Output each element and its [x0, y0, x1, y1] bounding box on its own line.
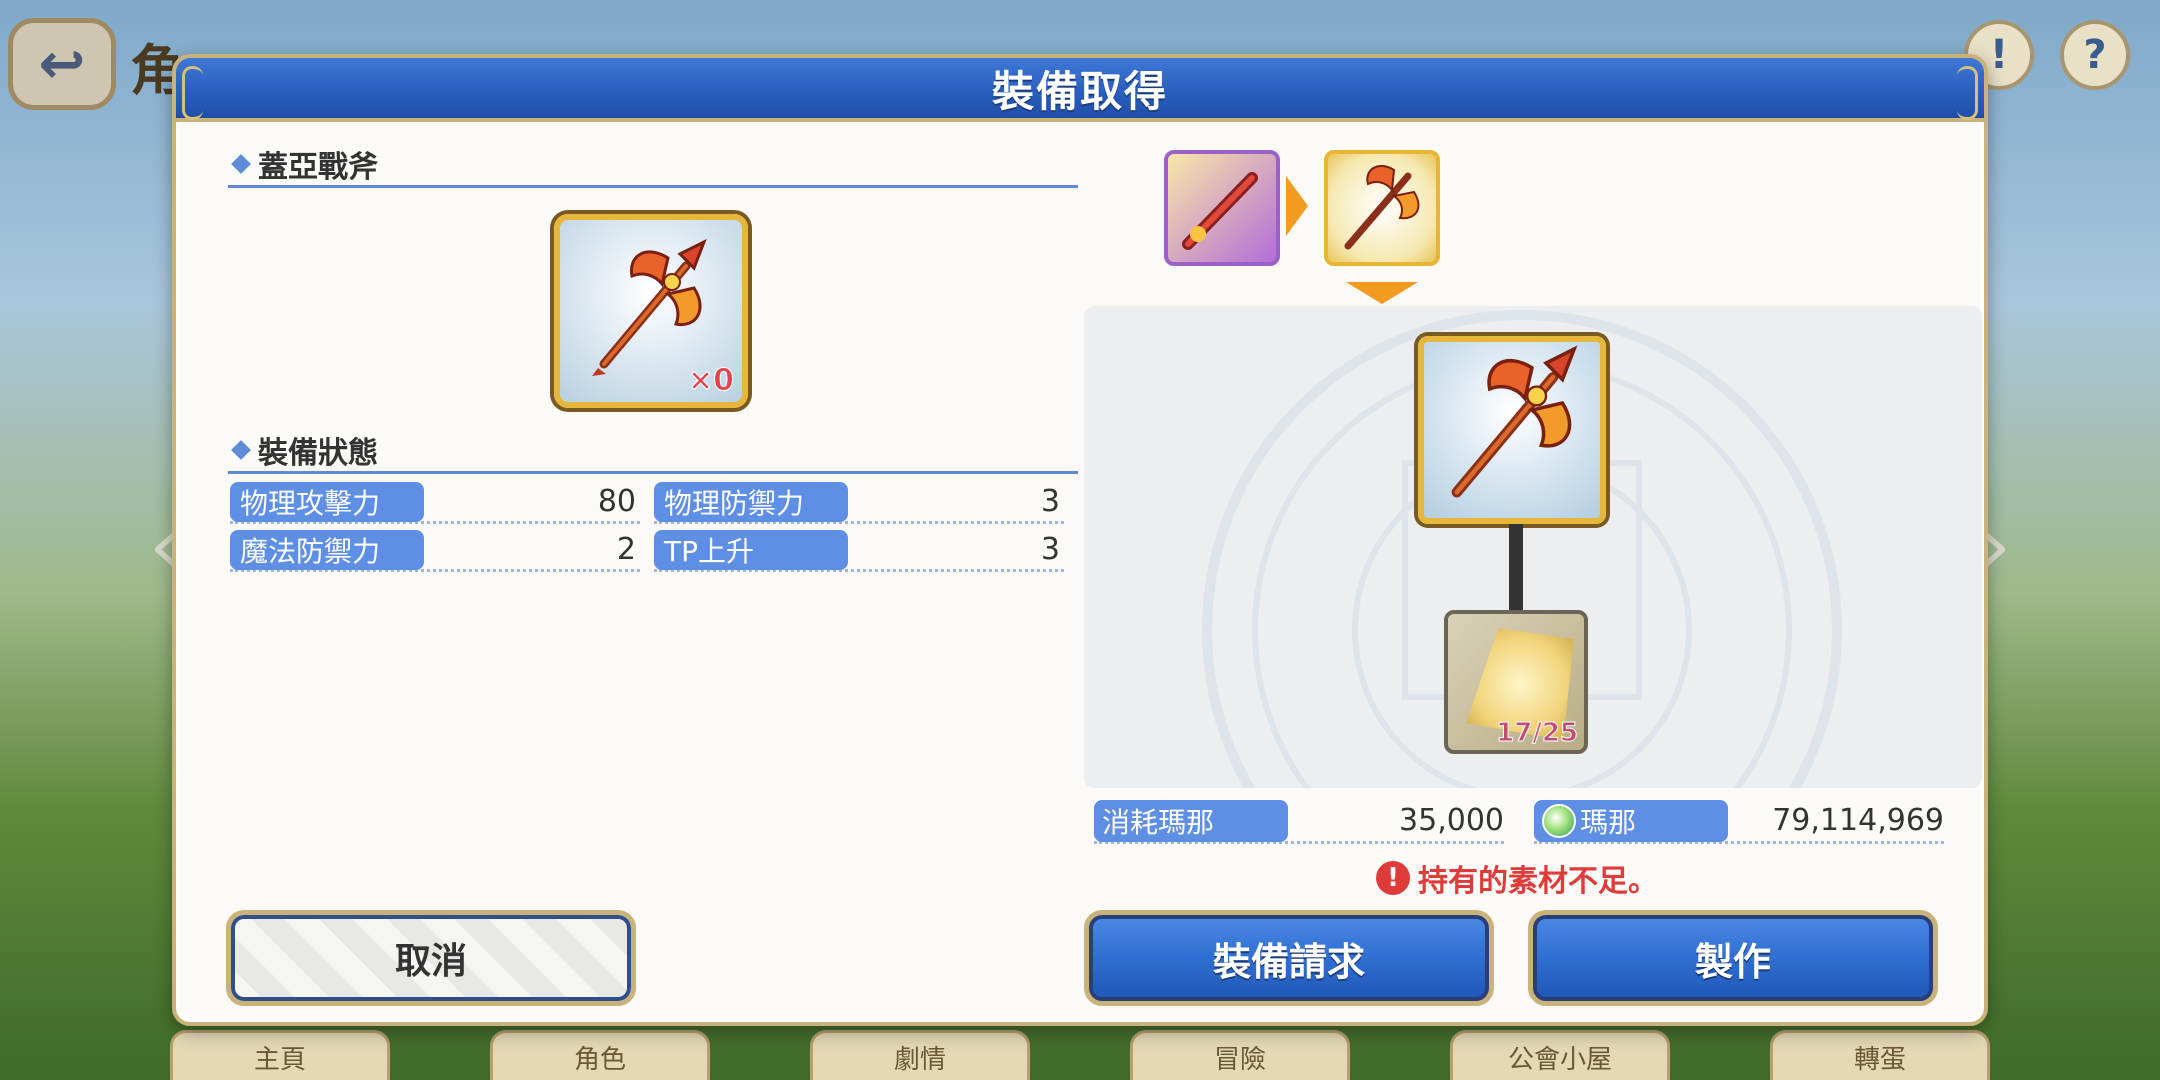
dialog-header: 裝備取得 — [176, 58, 1984, 122]
nav-item[interactable]: 冒險 — [1130, 1030, 1350, 1080]
equipment-dialog: 裝備取得 蓋亞戰斧 ×0 裝備狀態 物理攻擊力 80 物理防禦力 3 魔法防禦力… — [172, 54, 1988, 1026]
diamond-icon — [231, 153, 251, 174]
fragment-count: 17/25 — [1496, 718, 1579, 749]
equip-request-button[interactable]: 裝備請求 — [1084, 910, 1494, 1006]
stat-label: TP上升 — [654, 529, 848, 570]
stat-row: 物理攻擊力 80 — [230, 481, 640, 524]
mana-owned-value: 79,114,969 — [1772, 803, 1944, 838]
nav-item[interactable]: 劇情 — [810, 1030, 1030, 1080]
back-button[interactable]: ↩ — [8, 18, 116, 110]
fragment-material[interactable]: 17/25 — [1444, 610, 1588, 754]
equip-name: 蓋亞戰斧 — [258, 149, 378, 185]
help-icon[interactable]: ? — [2060, 20, 2130, 90]
mana-gem-icon — [1542, 803, 1576, 838]
mana-label: 瑪那 — [1580, 805, 1637, 839]
cancel-button[interactable]: 取消 — [226, 910, 636, 1006]
stat-row: 魔法防禦力 2 — [230, 529, 640, 572]
tree-arrow-icon — [1286, 176, 1308, 236]
stat-row: TP上升 3 — [654, 529, 1064, 572]
nav-item[interactable]: 公會小屋 — [1450, 1030, 1670, 1080]
diamond-icon — [231, 439, 251, 460]
mana-cost-row: 消耗瑪那 35,000 — [1094, 799, 1504, 844]
status-heading: 裝備狀態 — [228, 428, 1078, 474]
top-icons: ! ? — [1964, 20, 2130, 90]
equip-icon-frame[interactable]: ×0 — [554, 214, 748, 408]
mana-owned-label-box: 瑪那 — [1534, 799, 1728, 842]
craft-button[interactable]: 製作 — [1528, 910, 1938, 1006]
current-equip-icon[interactable] — [1324, 150, 1440, 266]
mana-cost-value: 35,000 — [1399, 803, 1504, 838]
bottom-nav: 主頁 角色 劇情 冒險 公會小屋 轉蛋 — [170, 1030, 1990, 1080]
recipe-connector — [1509, 524, 1523, 610]
nav-item[interactable]: 主頁 — [170, 1030, 390, 1080]
nav-item[interactable]: 角色 — [490, 1030, 710, 1080]
nav-item[interactable]: 轉蛋 — [1770, 1030, 1990, 1080]
stat-row: 物理防禦力 3 — [654, 481, 1064, 524]
prev-equip-icon[interactable] — [1164, 150, 1280, 266]
stat-value: 2 — [616, 532, 636, 567]
back-arrow-icon: ↩ — [38, 31, 86, 97]
warning-message: ! 持有的素材不足。 — [1376, 856, 1658, 900]
exclamation-icon: ! — [1376, 861, 1410, 895]
mana-cost-label: 消耗瑪那 — [1094, 799, 1288, 842]
equip-name-heading: 蓋亞戰斧 — [228, 142, 1078, 188]
owned-count: ×0 — [687, 363, 734, 399]
stat-label: 物理攻擊力 — [230, 481, 424, 522]
stat-label: 魔法防禦力 — [230, 529, 424, 570]
tree-down-arrow-icon — [1346, 282, 1418, 304]
stat-label: 物理防禦力 — [654, 481, 848, 522]
warning-text: 持有的素材不足。 — [1418, 864, 1658, 899]
recipe-result-icon[interactable] — [1418, 336, 1606, 524]
status-title: 裝備狀態 — [258, 435, 378, 471]
stat-value: 80 — [597, 484, 636, 519]
mana-owned-row: 瑪那 79,114,969 — [1534, 799, 1944, 844]
stat-value: 3 — [1040, 484, 1060, 519]
dialog-title: 裝備取得 — [991, 66, 1168, 116]
stat-value: 3 — [1040, 532, 1060, 567]
